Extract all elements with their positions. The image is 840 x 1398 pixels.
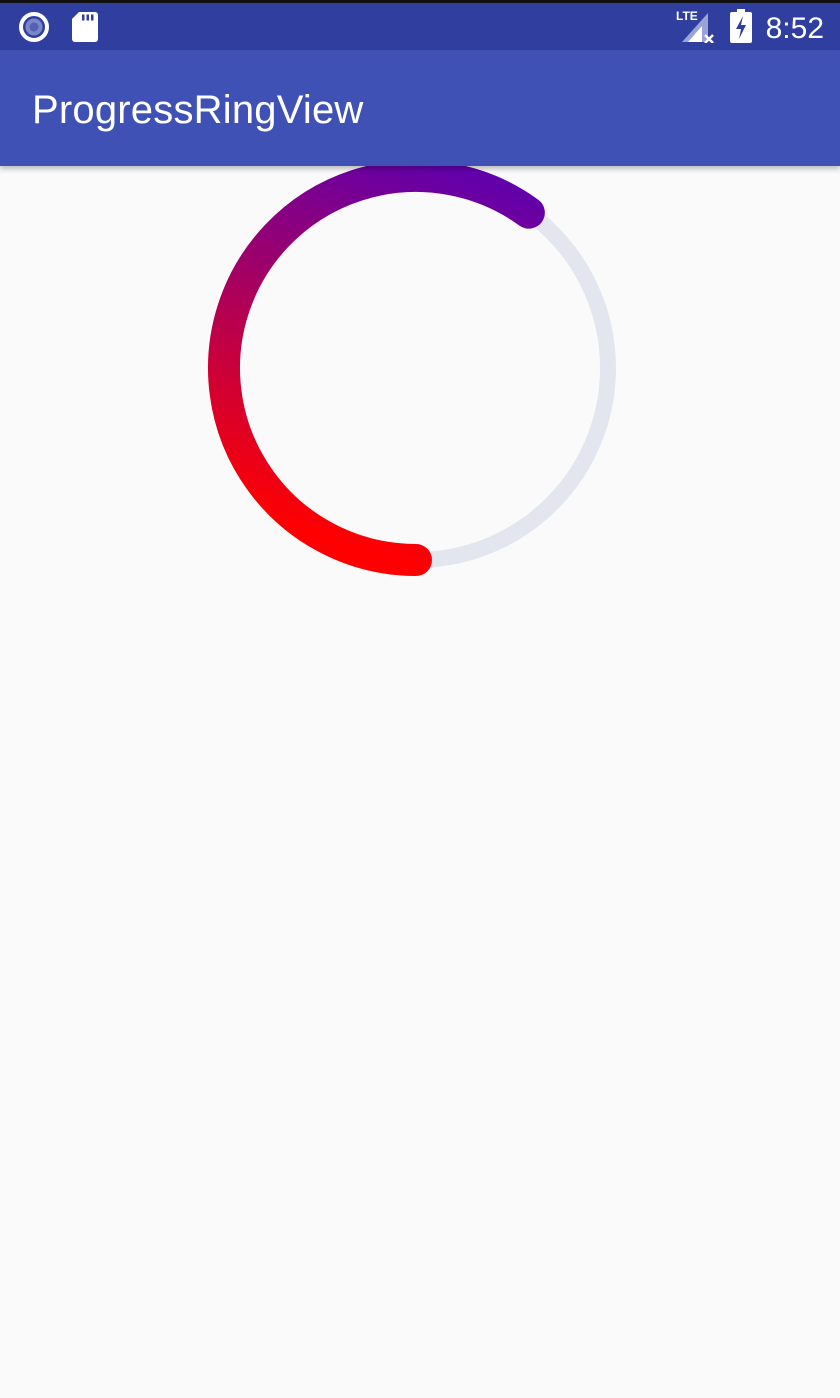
network-type-label: LTE [676, 9, 698, 23]
lte-signal-icon: LTE [676, 9, 716, 48]
sd-card-icon [72, 12, 98, 47]
status-left-icons [18, 11, 98, 48]
battery-charging-icon [729, 9, 752, 48]
radio-record-icon [18, 11, 50, 48]
progress-ring [206, 158, 626, 578]
status-right-icons: LTE 8:52 [676, 9, 824, 48]
status-bar: LTE 8:52 [0, 0, 840, 50]
status-time: 8:52 [765, 11, 824, 45]
app-bar: ProgressRingView [0, 50, 840, 166]
main-content [0, 160, 840, 1398]
progress-ring-arc [208, 160, 545, 576]
app-title: ProgressRingView [32, 88, 364, 132]
